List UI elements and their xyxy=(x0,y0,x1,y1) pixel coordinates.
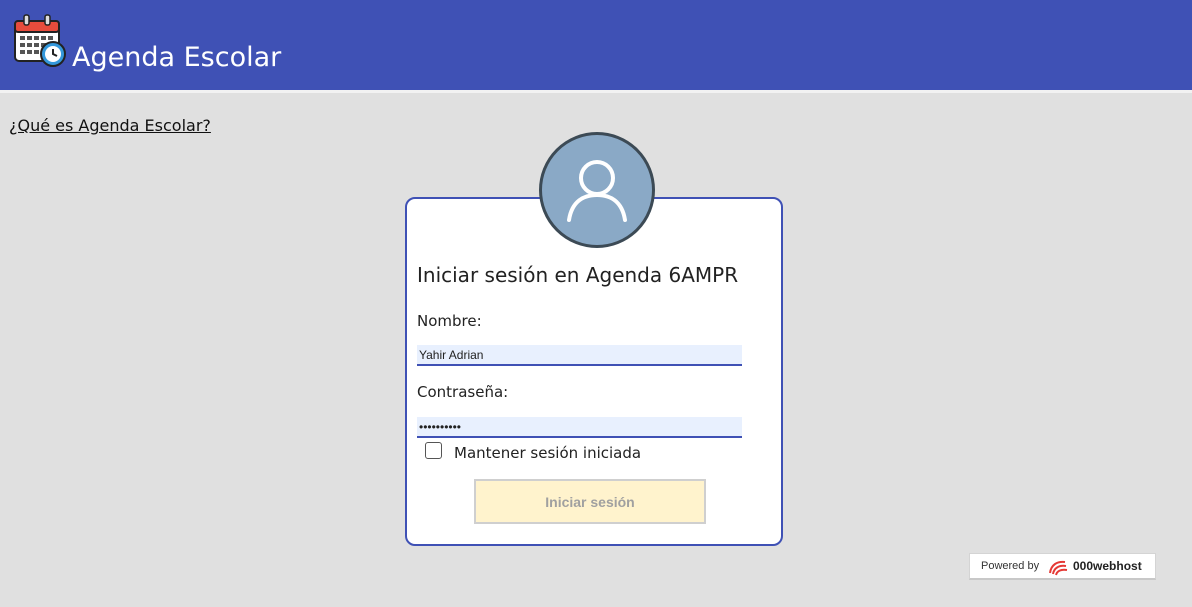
login-title: Iniciar sesión en Agenda 6AMPR xyxy=(417,263,739,287)
remember-checkbox[interactable] xyxy=(425,442,442,459)
app-title: Agenda Escolar xyxy=(72,42,282,73)
powered-by-text: Powered by xyxy=(981,560,1040,572)
powered-by-badge[interactable]: Powered by 000webhost xyxy=(969,553,1156,580)
password-input[interactable] xyxy=(417,417,742,438)
username-label: Nombre: xyxy=(417,312,482,330)
000webhost-logo-icon xyxy=(1049,560,1068,576)
about-link[interactable]: ¿Qué es Agenda Escolar? xyxy=(9,116,211,135)
calendar-clock-icon xyxy=(14,14,66,67)
app-header: Agenda Escolar xyxy=(0,0,1192,93)
remember-label[interactable]: Mantener sesión iniciada xyxy=(454,444,641,462)
user-avatar-icon xyxy=(539,132,655,248)
username-input[interactable] xyxy=(417,345,742,366)
login-submit-button[interactable]: Iniciar sesión xyxy=(474,479,706,524)
password-label: Contraseña: xyxy=(417,383,509,401)
host-name: 000webhost xyxy=(1073,559,1142,573)
